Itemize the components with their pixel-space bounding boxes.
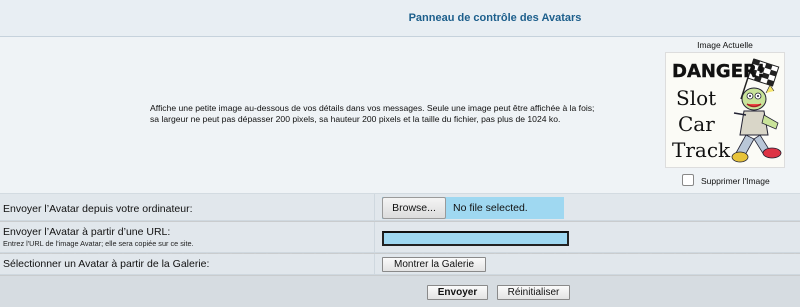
explanation-text: Affiche une petite image au-dessous de v… (150, 103, 595, 124)
url-row: Envoyer l’Avatar à partir d’une URL: Ent… (0, 222, 800, 253)
delete-image-label: Supprimer l'Image (701, 176, 770, 186)
url-label-cell: Envoyer l’Avatar à partir d’une URL: Ent… (0, 222, 375, 252)
file-input[interactable]: Browse... No file selected. (382, 197, 564, 219)
reset-button[interactable]: Réinitialiser (497, 285, 570, 300)
delete-image-checkbox[interactable] (682, 174, 694, 186)
submit-button[interactable]: Envoyer (427, 285, 488, 300)
avatar-picture: DANGER! Slot Car Track (666, 53, 784, 167)
gallery-label-cell: Sélectionner un Avatar à partir de la Ga… (0, 254, 375, 274)
avatar-text-line-2: Slot (676, 86, 716, 110)
current-avatar-title: Image Actuelle (697, 40, 753, 50)
panel-title: Panneau de contrôle des Avatars (408, 12, 582, 24)
show-gallery-button[interactable]: Montrer la Galerie (382, 257, 486, 272)
avatar-text-line-3: Car (678, 112, 715, 136)
delete-image-option[interactable]: Supprimer l'Image (680, 174, 800, 188)
actions-row: Envoyer Réinitialiser (0, 276, 800, 307)
url-hint: Entrez l'URL de l'image Avatar; elle ser… (3, 239, 194, 248)
explanation-row: Affiche une petite image au-dessous de v… (0, 37, 800, 194)
avatar-url-input[interactable] (382, 231, 569, 246)
avatar-text-line-1: DANGER! (672, 61, 765, 82)
gallery-label: Sélectionner un Avatar à partir de la Ga… (3, 258, 210, 270)
avatar-text-line-4: Track (672, 138, 731, 162)
browse-button[interactable]: Browse... (382, 197, 446, 219)
upload-row: Envoyer l’Avatar depuis votre ordinateur… (0, 194, 800, 221)
avatar-control-panel: Panneau de contrôle des Avatars Affiche … (0, 0, 800, 307)
panel-header: Panneau de contrôle des Avatars (0, 0, 800, 37)
url-label: Envoyer l’Avatar à partir d’une URL: (3, 226, 171, 238)
upload-label-cell: Envoyer l’Avatar depuis votre ordinateur… (0, 194, 375, 220)
file-status-text: No file selected. (453, 202, 528, 214)
current-avatar-image: DANGER! Slot Car Track (665, 52, 785, 168)
current-avatar-box: Image Actuelle DANGER! Slot Car Track (650, 40, 800, 168)
upload-label: Envoyer l’Avatar depuis votre ordinateur… (3, 203, 193, 215)
gallery-row: Sélectionner un Avatar à partir de la Ga… (0, 254, 800, 275)
